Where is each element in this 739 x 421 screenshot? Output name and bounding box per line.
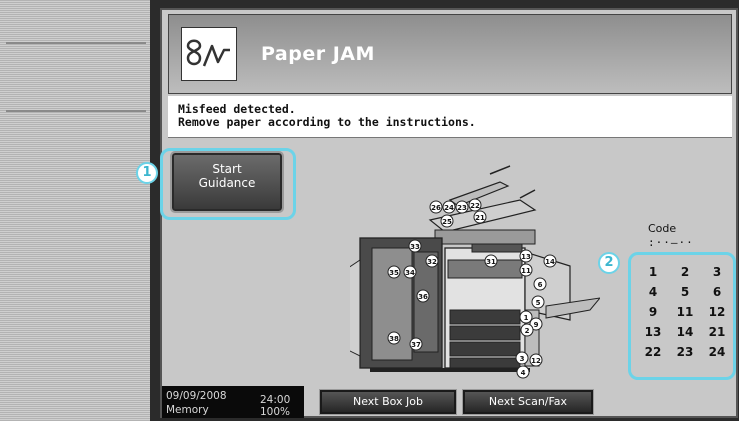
- jam-position: 5: [680, 285, 690, 299]
- svg-text:13: 13: [521, 253, 531, 261]
- message-area: Misfeed detected. Remove paper according…: [168, 96, 732, 138]
- jam-position: 6: [712, 285, 722, 299]
- jam-position: 3: [712, 265, 722, 279]
- jam-position: 12: [708, 305, 726, 319]
- next-box-job-button[interactable]: Next Box Job: [319, 389, 457, 415]
- svg-text:22: 22: [470, 202, 480, 210]
- jam-position: 13: [644, 325, 662, 339]
- start-guidance-button[interactable]: Start Guidance: [170, 151, 284, 213]
- svg-text:24: 24: [444, 204, 454, 212]
- message-line: Remove paper according to the instructio…: [178, 115, 476, 129]
- callout-1: 1: [136, 162, 158, 184]
- callout-2: 2: [598, 252, 620, 274]
- start-guidance-label: Start: [212, 162, 242, 176]
- jam-position: 24: [708, 345, 726, 359]
- svg-text:34: 34: [405, 269, 415, 277]
- svg-text:1: 1: [524, 314, 529, 322]
- svg-text:6: 6: [538, 281, 543, 289]
- code-label: Code: [648, 222, 677, 235]
- jam-position: 1: [648, 265, 658, 279]
- svg-text:26: 26: [431, 204, 441, 212]
- title-bar: Paper JAM: [168, 14, 732, 94]
- svg-text:9: 9: [534, 321, 539, 329]
- svg-text:35: 35: [389, 269, 399, 277]
- jam-position: 2: [680, 265, 690, 279]
- next-scan-fax-button[interactable]: Next Scan/Fax: [462, 389, 594, 415]
- svg-text:32: 32: [427, 258, 437, 266]
- svg-text:5: 5: [536, 299, 541, 307]
- svg-text:38: 38: [389, 335, 399, 343]
- message-line: Misfeed detected.: [178, 102, 296, 116]
- memory-value: 100%: [260, 406, 291, 418]
- jam-position: 22: [644, 345, 662, 359]
- page-title: Paper JAM: [261, 43, 375, 65]
- panel-divider: [6, 42, 146, 44]
- jam-position-grid: 1 2 3 4 5 6 9 11 12 13 14 21 22 23 24: [638, 264, 734, 361]
- jam-position: 21: [708, 325, 726, 339]
- left-panel: [0, 0, 150, 421]
- svg-text:14: 14: [545, 258, 555, 266]
- svg-text:25: 25: [442, 218, 452, 226]
- status-date: 09/09/2008: [166, 390, 227, 402]
- svg-text:33: 33: [410, 243, 420, 251]
- svg-text:36: 36: [418, 293, 428, 301]
- svg-text:12: 12: [531, 357, 541, 365]
- jam-position: 11: [676, 305, 694, 319]
- svg-text:4: 4: [521, 369, 526, 377]
- status-area: 09/09/2008 24:00 Memory 100%: [162, 386, 304, 418]
- machine-diagram: 26 24 23 22 25 21 31 32 33 35 34 36 37 3…: [350, 165, 600, 379]
- svg-text:23: 23: [457, 204, 467, 212]
- jam-icon: [181, 27, 237, 81]
- svg-text:11: 11: [521, 267, 531, 275]
- jam-position: 4: [648, 285, 658, 299]
- svg-text:3: 3: [520, 355, 525, 363]
- jam-position: 23: [676, 345, 694, 359]
- memory-label: Memory: [166, 404, 209, 416]
- svg-text:21: 21: [475, 214, 485, 222]
- svg-text:2: 2: [525, 327, 530, 335]
- jam-position: 14: [676, 325, 694, 339]
- panel-divider: [6, 110, 146, 112]
- svg-text:31: 31: [486, 258, 496, 266]
- jam-position: 9: [648, 305, 658, 319]
- svg-text:37: 37: [411, 341, 421, 349]
- code-value: :··–··: [648, 236, 694, 249]
- start-guidance-label: Guidance: [198, 176, 256, 190]
